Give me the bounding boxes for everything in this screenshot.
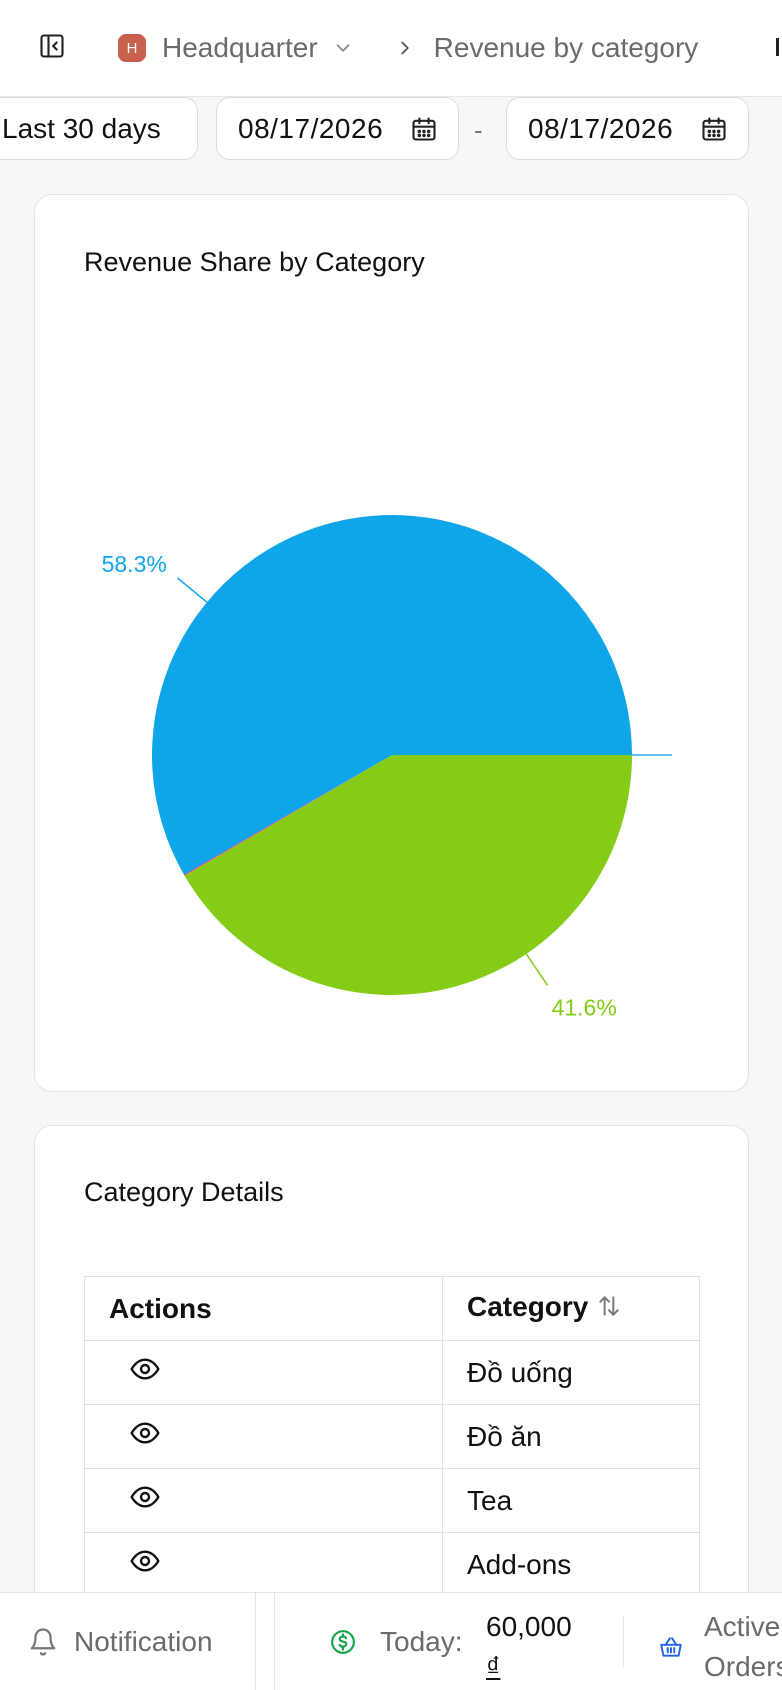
- bell-icon: [30, 1628, 56, 1656]
- data-label-leader: [525, 953, 549, 986]
- category-table-wrapper: Actions Category Đồ uống Đồ ăn Tea Add-o…: [84, 1276, 700, 1597]
- details-title: Category Details: [84, 1177, 284, 1207]
- column-header-category-label: Category: [467, 1291, 589, 1323]
- table-row: Tea: [84, 1468, 700, 1533]
- today-amount: 60,000 ₫: [486, 1607, 616, 1687]
- revenue-share-card: Revenue Share by Category 41.6%58.3% Add…: [34, 194, 749, 1092]
- chevron-down-icon: [332, 37, 354, 59]
- basket-icon: [658, 1634, 684, 1660]
- today-currency: ₫: [486, 1651, 501, 1682]
- breadcrumb-current-page: Revenue by category: [433, 32, 699, 63]
- actions-cell: [84, 1404, 443, 1469]
- status-bar: Notification Today: 60,000 ₫ Active Orde…: [0, 1592, 782, 1690]
- date-from-field[interactable]: 08/17/2026: [216, 97, 459, 160]
- category-table: Actions Category Đồ uống Đồ ăn Tea Add-o…: [84, 1276, 700, 1597]
- org-name: Headquarter: [162, 32, 318, 63]
- sort-arrows-icon[interactable]: [596, 1293, 622, 1326]
- column-header-category[interactable]: Category: [442, 1276, 700, 1341]
- dollar-circle-icon: [330, 1629, 356, 1655]
- date-to-value: 08/17/2026: [528, 112, 674, 144]
- table-header-row: Actions Category: [84, 1276, 700, 1341]
- data-label: 41.6%: [552, 994, 617, 1020]
- category-cell: Đồ ăn: [442, 1404, 700, 1469]
- eye-icon[interactable]: [129, 1417, 161, 1449]
- chevron-right-icon: [394, 37, 416, 59]
- table-row: Đồ ăn: [84, 1404, 700, 1469]
- data-label: 58.3%: [102, 551, 167, 577]
- calendar-icon[interactable]: [700, 115, 728, 143]
- category-cell: Đồ uống: [442, 1340, 700, 1405]
- eye-icon[interactable]: [129, 1545, 161, 1577]
- actions-cell: [84, 1532, 443, 1597]
- calendar-icon[interactable]: [410, 115, 438, 143]
- actions-cell: [84, 1340, 443, 1405]
- date-range-preset-button[interactable]: Last 30 days: [0, 97, 198, 160]
- footer-divider: [623, 1617, 624, 1667]
- table-row: Add-ons: [84, 1532, 700, 1597]
- category-cell: Tea: [442, 1468, 700, 1533]
- date-range-separator: -: [474, 115, 483, 145]
- org-switcher[interactable]: H Headquarter: [118, 32, 394, 64]
- notification-label: Notification: [74, 1626, 213, 1657]
- org-avatar: H: [118, 34, 146, 62]
- header-overflow-mark: [776, 38, 779, 56]
- today-amount-value: 60,000: [486, 1611, 572, 1642]
- revenue-by-category-page: H Headquarter Revenue by category Last 3…: [0, 0, 782, 1690]
- date-toolbar: Last 30 days 08/17/2026 - 08/17/2026: [0, 97, 782, 165]
- sidebar-toggle-button[interactable]: [36, 30, 68, 62]
- chart-title: Revenue Share by Category: [84, 247, 425, 277]
- active-orders-label: Active Orders: [704, 1611, 782, 1682]
- today-revenue: Today:: [330, 1593, 463, 1690]
- breadcrumb: H Headquarter Revenue by category: [118, 26, 698, 70]
- data-label-leader: [177, 577, 208, 603]
- column-header-actions: Actions: [84, 1276, 443, 1341]
- pie-chart: 41.6% 58.3%: [102, 515, 672, 1020]
- notification-button[interactable]: Notification: [0, 1593, 256, 1690]
- active-orders-button[interactable]: Active Orders: [658, 1607, 782, 1687]
- footer-divider: [274, 1593, 275, 1690]
- today-label: Today:: [380, 1626, 463, 1657]
- sidebar-collapse-icon: [40, 34, 64, 58]
- date-from-value: 08/17/2026: [238, 112, 384, 144]
- top-header: H Headquarter Revenue by category: [0, 0, 782, 97]
- table-row: Đồ uống: [84, 1340, 700, 1405]
- date-to-field[interactable]: 08/17/2026: [506, 97, 749, 160]
- eye-icon[interactable]: [129, 1481, 161, 1513]
- category-cell: Add-ons: [442, 1532, 700, 1597]
- actions-cell: [84, 1468, 443, 1533]
- eye-icon[interactable]: [129, 1353, 161, 1385]
